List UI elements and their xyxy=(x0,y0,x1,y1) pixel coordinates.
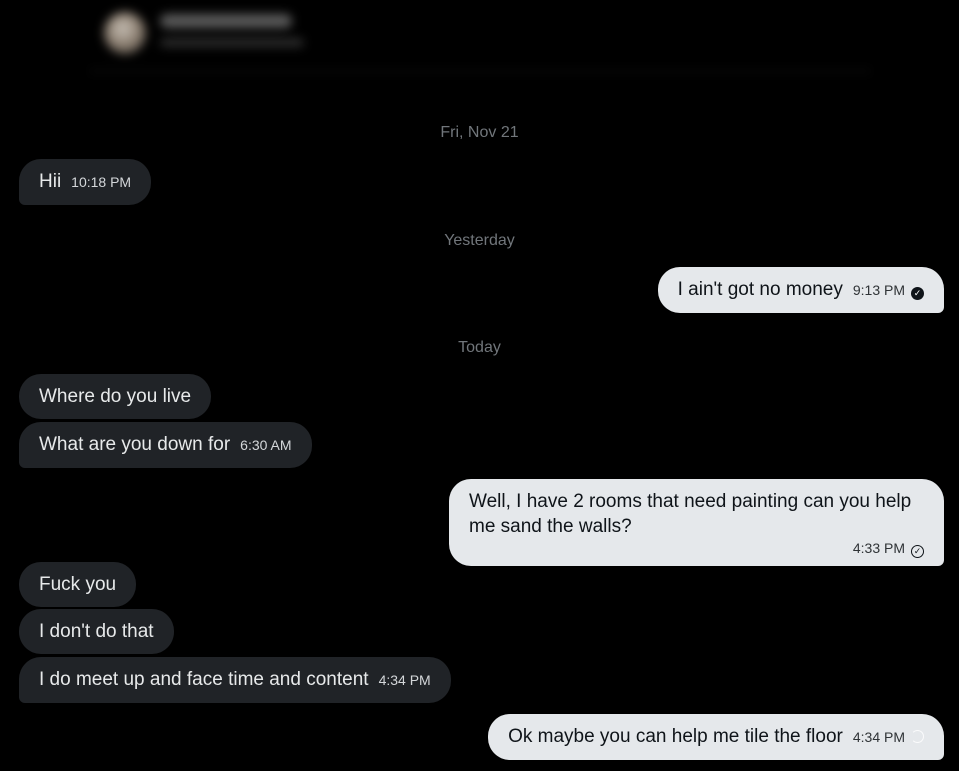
message-bubble-incoming[interactable]: I do meet up and face time and content 4:… xyxy=(19,657,451,703)
message-bubble-incoming[interactable]: Hii 10:18 PM xyxy=(19,159,152,205)
message-timestamp: 10:18 PM xyxy=(71,174,132,190)
message-text: Hii xyxy=(39,171,62,192)
message-bubble-outgoing[interactable]: Well, I have 2 rooms that need painting … xyxy=(449,479,944,566)
message-text: I don't do that xyxy=(39,621,154,642)
header-divider xyxy=(90,70,870,72)
message-bubble-incoming[interactable]: I don't do that xyxy=(19,609,174,654)
message-timestamp: 9:13 PM xyxy=(852,282,905,298)
contact-name xyxy=(160,14,292,28)
message-text: I ain't got no money xyxy=(677,279,843,300)
conversation-header xyxy=(0,0,959,80)
date-separator: Today xyxy=(458,339,501,356)
message-timestamp: 4:34 PM xyxy=(378,672,431,688)
message-timestamp: 6:30 AM xyxy=(240,437,292,453)
contact-handle xyxy=(160,38,304,47)
message-bubble-outgoing[interactable]: Ok maybe you can help me tile the floor 4… xyxy=(488,714,944,760)
message-bubble-incoming[interactable]: What are you down for 6:30 AM xyxy=(19,422,312,468)
message-bubble-incoming[interactable]: Where do you live xyxy=(19,374,212,419)
message-bubble-outgoing[interactable]: I ain't got no money 9:13 PM ✓ xyxy=(657,267,944,313)
message-text: What are you down for xyxy=(39,434,231,455)
date-separator: Yesterday xyxy=(444,232,515,249)
message-meta: 4:33 PM ✓ xyxy=(469,539,924,558)
message-timestamp: 4:34 PM xyxy=(852,729,905,745)
message-text: I do meet up and face time and content xyxy=(39,669,369,690)
message-bubble-incoming[interactable]: Fuck you xyxy=(19,562,137,607)
check-circle-filled-icon: ✓ xyxy=(911,287,924,300)
check-circle-outline-icon: ✓ xyxy=(911,545,924,558)
message-text: Where do you live xyxy=(39,386,192,407)
avatar[interactable] xyxy=(104,12,146,54)
date-separator: Fri, Nov 21 xyxy=(440,124,519,141)
sending-spinner-icon xyxy=(911,730,924,743)
message-text: Well, I have 2 rooms that need painting … xyxy=(469,491,912,537)
message-timestamp: 4:33 PM xyxy=(852,540,905,556)
message-text: Ok maybe you can help me tile the floor xyxy=(508,726,843,747)
message-text: Fuck you xyxy=(39,574,117,595)
